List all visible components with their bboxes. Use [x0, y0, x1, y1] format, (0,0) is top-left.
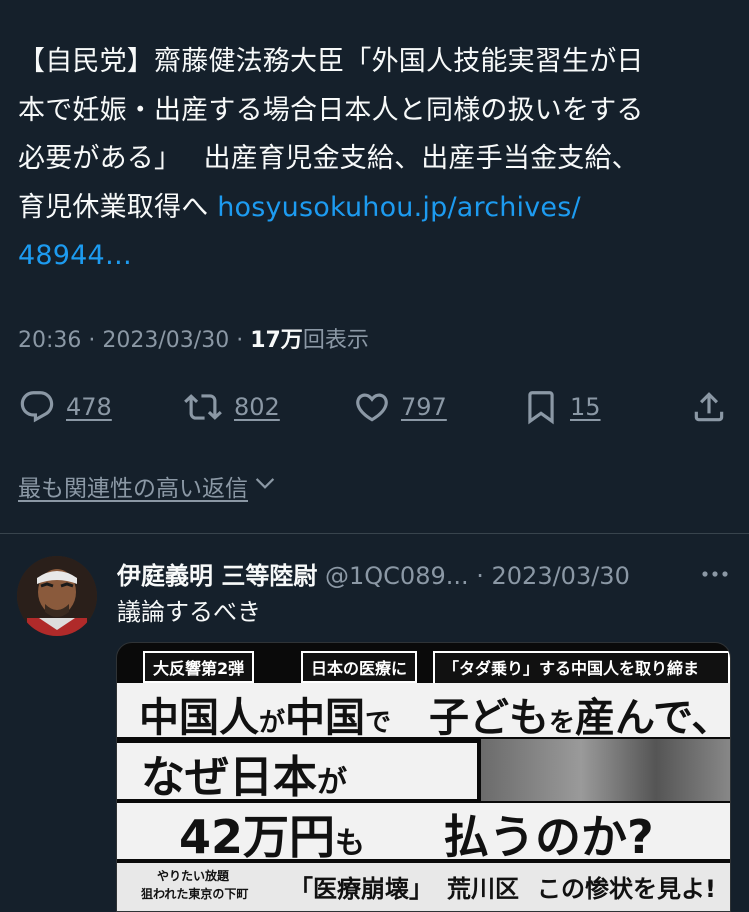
media-caption: 「医療崩壊」 — [289, 875, 433, 903]
tweet-text: 【自民党】齋藤健法務大臣「外国人技能実習生が日 本で妊娠・出産する場合日本人と同… — [18, 38, 718, 281]
media-tag: 大反響第2弾 — [143, 651, 255, 683]
reply-button[interactable]: 478 — [18, 382, 112, 432]
media-headline-part: 42万円 — [179, 810, 336, 864]
media-caption: 荒川区 — [447, 875, 519, 903]
relevant-replies-sort[interactable]: 最も関連性の高い返信 — [18, 469, 278, 503]
media-headline-part: を — [549, 708, 576, 738]
bookmark-icon — [522, 388, 560, 426]
tweet-text-line: 必要がある」 出産育児金支給、出産手当金支給、 — [18, 143, 639, 174]
tweet-text-segment: 育児休業取得へ — [18, 191, 218, 223]
media-headline-part: が — [259, 708, 286, 738]
media-headline-part: 中国人 — [139, 695, 259, 741]
media-headline-part: で — [365, 708, 392, 738]
relevant-replies-label: 最も関連性の高い返信 — [18, 476, 248, 502]
tweet-text-line: 48944… — [18, 232, 718, 281]
like-button[interactable]: 797 — [353, 382, 447, 432]
like-count: 797 — [401, 393, 447, 421]
bookmark-button[interactable]: 15 — [522, 382, 601, 432]
media-headline-part: 中国 — [285, 695, 366, 741]
more-options-button[interactable] — [697, 558, 733, 588]
meta-separator: · — [81, 328, 103, 353]
meta-separator: · — [468, 562, 492, 590]
tweet-date[interactable]: 2023/03/30 — [102, 328, 229, 353]
media-headline-part: 産んで、 — [575, 695, 731, 741]
tweet-link[interactable]: hosyusokuhou.jp/archives/ — [217, 192, 581, 223]
share-button[interactable] — [690, 382, 728, 432]
tweet-time[interactable]: 20:36 — [18, 328, 81, 353]
retweet-count: 802 — [234, 393, 280, 421]
reply-tweet[interactable]: 伊庭義明 三等陸尉 @1QC089... · 2023/03/30 議論するべき… — [0, 534, 749, 912]
tweet-link-continued[interactable]: 48944… — [18, 240, 132, 271]
reply-author-handle[interactable]: @1QC089... — [325, 562, 469, 590]
bookmark-count: 15 — [570, 393, 601, 421]
views-count: 17万 — [250, 328, 303, 353]
media-photo — [481, 739, 730, 801]
tweet-meta: 20:36 · 2023/03/30 · 17万回表示 — [18, 322, 369, 354]
reply-count: 478 — [66, 393, 112, 421]
media-headline-part: が — [317, 765, 347, 800]
media-headline-part: 払うのか? — [443, 810, 654, 864]
reply-author-name[interactable]: 伊庭義明 三等陸尉 — [117, 562, 317, 590]
tweet-actions: 478 802 797 15 — [0, 382, 749, 432]
media-tag: 日本の医療に — [301, 651, 418, 683]
views-label: 回表示 — [302, 328, 369, 353]
reply-icon — [18, 388, 56, 426]
reply-media-image[interactable]: 大反響第2弾 日本の医療に 「タダ乗り」する中国人を取り締まれ! 中国人が中国で… — [116, 642, 731, 912]
reply-text: 議論するべき — [117, 598, 261, 626]
media-headline: 払うのか? — [443, 801, 654, 867]
chevron-down-icon — [248, 470, 278, 502]
heart-icon — [353, 388, 391, 426]
reply-date[interactable]: 2023/03/30 — [492, 562, 630, 590]
media-headline: 子どもを産んで、 — [429, 685, 731, 743]
tweet-text-line: 本で妊娠・出産する場合日本人と同様の扱いをする — [18, 94, 644, 126]
media-headline: 42万円も — [179, 801, 365, 867]
avatar[interactable] — [17, 556, 97, 636]
tweet-text-line: 育児休業取得へ hosyusokuhou.jp/archives/ — [18, 184, 718, 233]
reply-header: 伊庭義明 三等陸尉 @1QC089... · 2023/03/30 — [117, 556, 677, 591]
tweet-text-line: 【自民党】齋藤健法務大臣「外国人技能実習生が日 — [18, 46, 644, 77]
media-caption: 狙われた東京の下町 — [141, 887, 249, 901]
media-headline-part: 子ども — [429, 695, 549, 741]
share-icon — [690, 388, 728, 426]
media-headline: なぜ日本が — [141, 741, 347, 805]
media-headline: 中国人が中国で — [139, 685, 391, 743]
media-caption: やりたい放題 — [157, 869, 230, 883]
media-caption: この惨状を見よ! — [537, 875, 716, 903]
retweet-button[interactable]: 802 — [182, 382, 280, 432]
media-headline-part: なぜ日本 — [141, 752, 317, 803]
retweet-icon — [182, 388, 224, 426]
meta-separator: · — [229, 328, 251, 353]
media-headline-part: も — [335, 826, 366, 861]
more-icon — [700, 564, 730, 583]
